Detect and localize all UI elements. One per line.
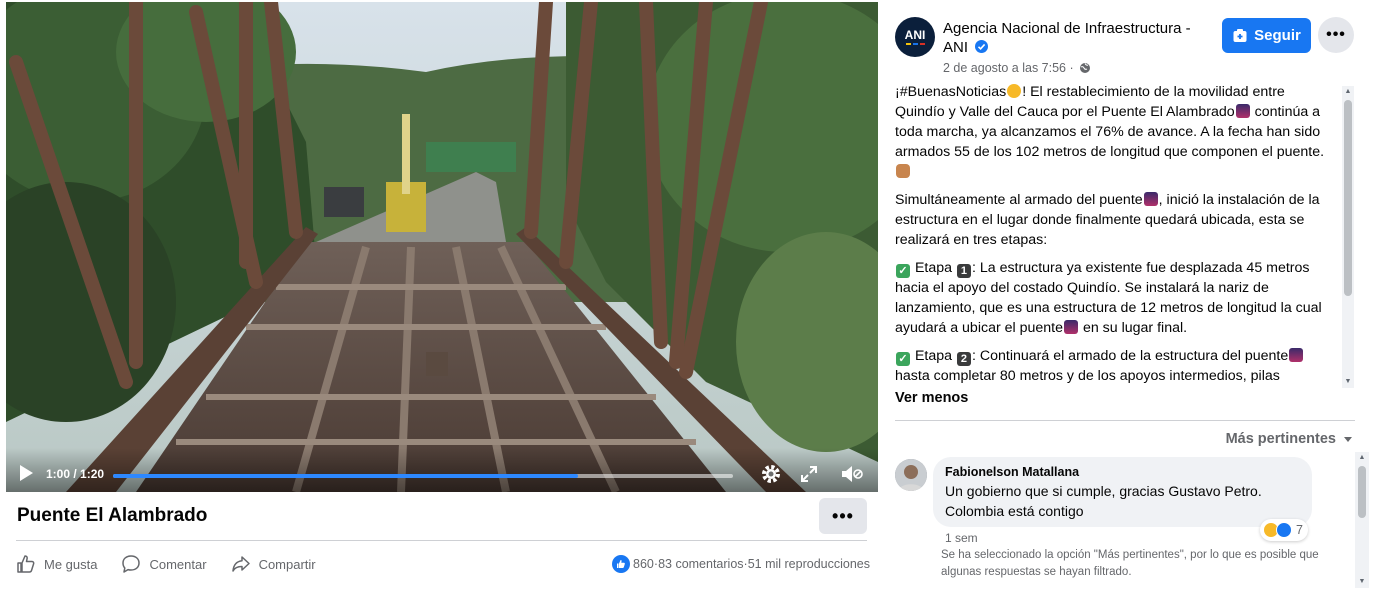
post-body: ¡#BuenasNoticias! El restablecimiento de… <box>895 82 1335 384</box>
post-date-text: 2 de agosto a las 7:56 · <box>943 61 1074 75</box>
share-button[interactable]: Compartir <box>231 554 316 574</box>
page-name[interactable]: Agencia Nacional de Infraestructura - AN… <box>943 19 1213 57</box>
comment-reaction-count: 7 <box>1296 523 1303 537</box>
logo-stripes <box>905 43 926 45</box>
post-actions-bar: Me gusta Comentar Compartir <box>16 552 340 576</box>
divider <box>16 540 867 541</box>
post-paragraph: Simultáneamente al armado del puente, in… <box>895 190 1335 250</box>
scroll-up-arrow-icon[interactable]: ▲ <box>1358 454 1366 462</box>
scroll-up-arrow-icon[interactable]: ▲ <box>1344 88 1352 96</box>
post-paragraph: ¡#BuenasNoticias! El restablecimiento de… <box>895 82 1335 182</box>
scroll-down-arrow-icon[interactable]: ▼ <box>1358 578 1366 586</box>
expand-icon[interactable] <box>800 465 818 483</box>
paragraph-text: Simultáneamente al armado del puente <box>895 192 1143 208</box>
star-struck-emoji-icon <box>1007 84 1022 98</box>
check-mark-emoji-icon: ✓ <box>896 264 910 278</box>
paragraph-text: Etapa <box>911 348 956 364</box>
post-text-scrollbar[interactable]: ▲ ▼ <box>1342 86 1354 388</box>
video-title: Puente El Alambrado <box>17 505 208 526</box>
keycap-number-icon: 1 <box>956 264 971 278</box>
follow-button[interactable]: Seguir <box>1222 18 1311 53</box>
share-label: Compartir <box>258 556 316 572</box>
comment-button[interactable]: Comentar <box>121 554 207 574</box>
like-label: Me gusta <box>44 556 98 572</box>
likes-count[interactable]: 860 <box>633 557 654 571</box>
paragraph-text: Etapa <box>911 260 956 276</box>
views-count: 51 mil reproducciones <box>747 557 870 571</box>
see-less-link[interactable]: Ver menos <box>895 390 968 406</box>
video-progress-bar[interactable] <box>113 474 733 478</box>
bridge-emoji-icon <box>1289 348 1304 362</box>
volume-muted-icon[interactable] <box>840 463 864 485</box>
sort-label: Más pertinentes <box>1225 431 1336 447</box>
post-paragraph: ✓ Etapa 1: La estructura ya existente fu… <box>895 258 1335 338</box>
video-options-button[interactable]: ••• <box>819 498 867 534</box>
clapping-hands-emoji-icon <box>896 164 910 178</box>
scrollbar-thumb[interactable] <box>1344 100 1352 296</box>
video-frame <box>6 2 878 492</box>
comments-count[interactable]: 83 comentarios <box>658 557 743 571</box>
follow-page-icon <box>1233 28 1247 42</box>
comment-label: Comentar <box>149 556 207 572</box>
gear-icon[interactable] <box>760 463 782 485</box>
post-paragraph: ✓ Etapa 2: Continuará el armado de la es… <box>895 346 1335 384</box>
page-avatar[interactable]: ANI <box>895 17 935 57</box>
post-panel: ANI Agencia Nacional de Infraestructura … <box>880 0 1376 592</box>
scrollbar-thumb[interactable] <box>1358 466 1366 518</box>
bridge-emoji-icon <box>1235 104 1250 118</box>
follow-label: Seguir <box>1254 27 1301 44</box>
post-date[interactable]: 2 de agosto a las 7:56 · <box>943 61 1091 75</box>
divider <box>895 420 1355 421</box>
post-stats: 860 · 83 comentarios · 51 mil reproducci… <box>570 552 870 576</box>
share-icon <box>231 556 250 572</box>
comment-bubble: Fabionelson Matallana Un gobierno que si… <box>933 457 1312 527</box>
verified-badge-icon <box>975 40 989 53</box>
caret-down-icon <box>1344 437 1352 442</box>
comment-reactions[interactable]: 7 <box>1260 519 1308 541</box>
comment-sort-dropdown[interactable]: Más pertinentes <box>1226 431 1354 447</box>
like-reaction-icon <box>612 555 631 573</box>
video-progress-fill <box>113 474 578 478</box>
hashtag-text[interactable]: ¡#BuenasNoticias <box>895 84 1006 100</box>
comment-text: Un gobierno que si cumple, gracias Gusta… <box>945 483 1262 519</box>
keycap-number-icon: 2 <box>956 352 971 366</box>
globe-icon <box>1080 63 1091 73</box>
facebook-video-page: 1:00 / 1:20 Puente El Alambrado ••• Me g… <box>0 0 1376 592</box>
commenter-avatar[interactable] <box>895 459 927 491</box>
video-controls: 1:00 / 1:20 <box>6 448 878 492</box>
comment-icon <box>122 555 141 573</box>
video-time: 1:00 / 1:20 <box>46 467 105 481</box>
paragraph-text: hasta completar 80 metros y de los apoyo… <box>895 368 1280 384</box>
like-reaction-icon <box>1276 522 1292 538</box>
comments-scrollbar[interactable]: ▲ ▼ <box>1355 452 1369 588</box>
thumbs-up-icon <box>17 555 35 573</box>
paragraph-text: en su lugar final. <box>1079 320 1188 336</box>
paragraph-text: : Continuará el armado de la estructura … <box>971 348 1289 364</box>
bridge-emoji-icon <box>1143 192 1158 206</box>
comment-time[interactable]: 1 sem <box>945 531 978 545</box>
check-mark-emoji-icon: ✓ <box>896 352 910 366</box>
like-button[interactable]: Me gusta <box>16 554 97 574</box>
video-player[interactable]: 1:00 / 1:20 <box>6 2 878 492</box>
post-options-button[interactable]: ••• <box>1318 17 1354 53</box>
scroll-down-arrow-icon[interactable]: ▼ <box>1344 378 1352 386</box>
bridge-emoji-icon <box>1064 320 1079 334</box>
play-icon[interactable] <box>18 464 34 482</box>
comment-author[interactable]: Fabionelson Matallana <box>945 465 1300 479</box>
video-column: 1:00 / 1:20 Puente El Alambrado ••• Me g… <box>0 0 880 592</box>
comment-filter-note: Se ha seleccionado la opción "Más pertin… <box>941 549 1319 578</box>
avatar-logo-text: ANI <box>904 28 926 42</box>
